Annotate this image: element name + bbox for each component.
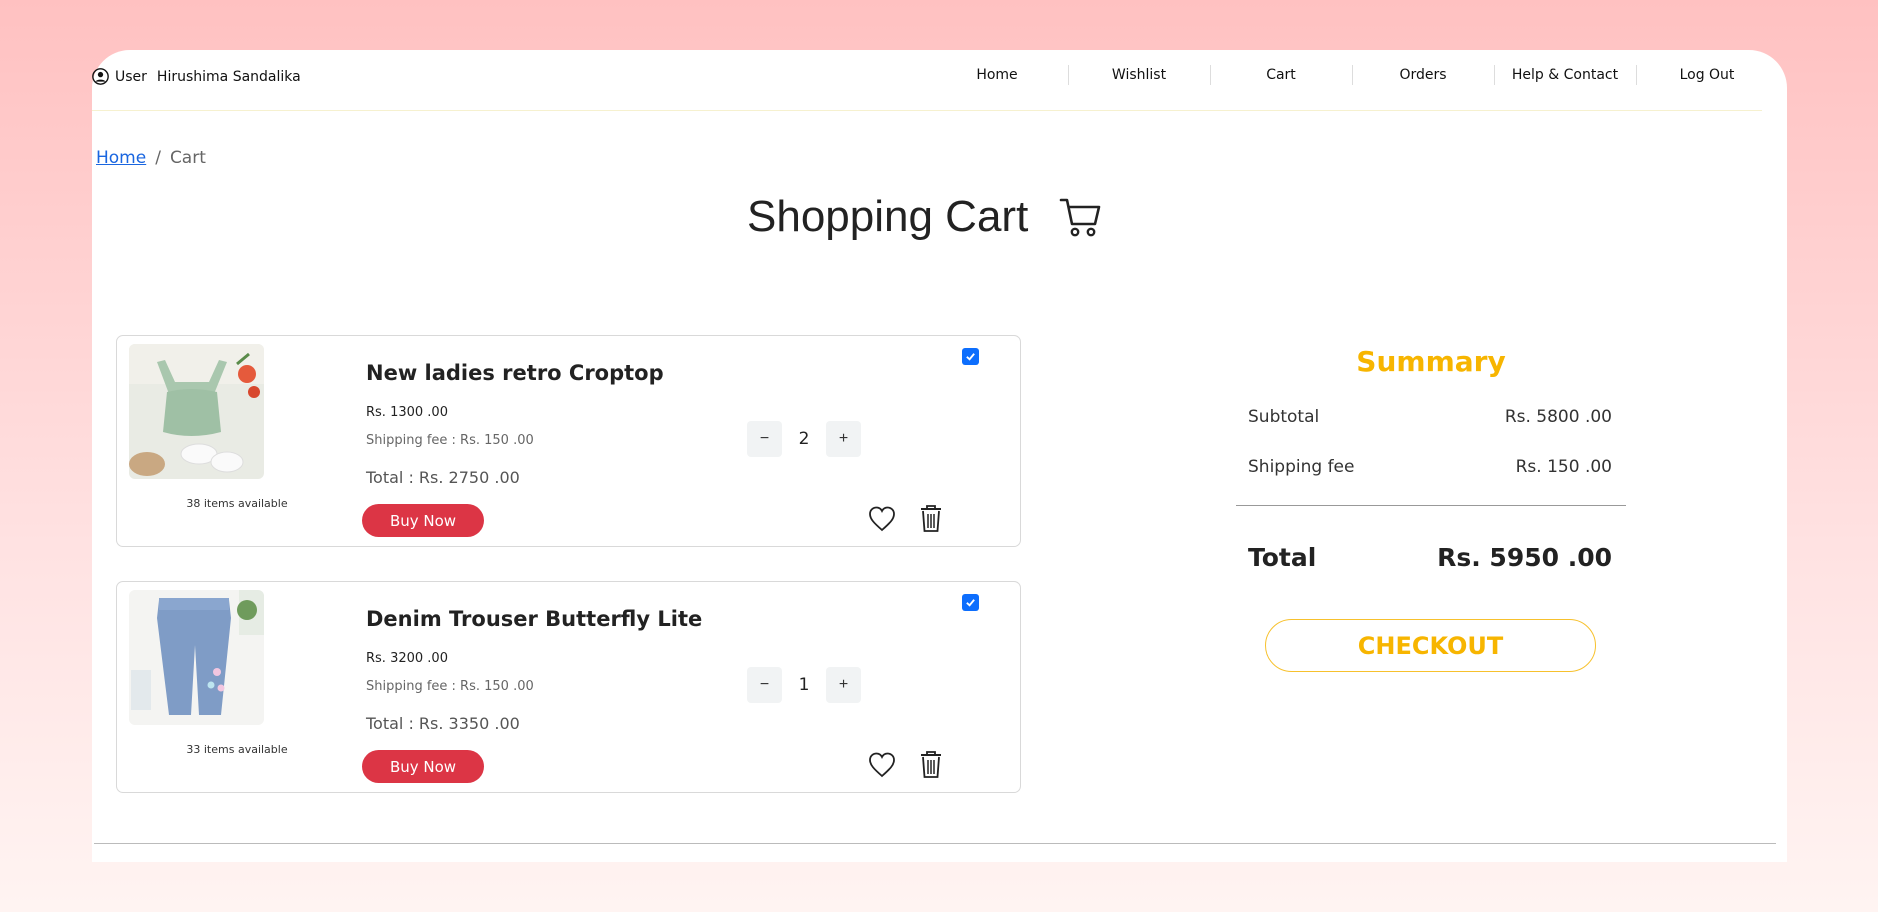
user-info: User Hirushima Sandalika	[92, 68, 301, 85]
decrease-quantity-button[interactable]: −	[747, 421, 782, 457]
select-item-checkbox[interactable]	[962, 348, 979, 365]
decrease-quantity-button[interactable]: −	[747, 667, 782, 703]
buy-now-button[interactable]: Buy Now	[362, 750, 484, 783]
product-image[interactable]	[129, 344, 264, 479]
shipping-value: Rs. 150 .00	[1515, 457, 1612, 477]
item-total: Total : Rs. 3350 .00	[366, 714, 520, 733]
page-card: User Hirushima Sandalika Home Wishlist C…	[92, 50, 1787, 862]
shipping-label: Shipping fee	[1248, 457, 1355, 477]
shipping-fee: Shipping fee : Rs. 150 .00	[366, 433, 534, 448]
shipping-fee: Shipping fee : Rs. 150 .00	[366, 679, 534, 694]
total-row: Total Rs. 5950 .00	[1248, 543, 1612, 572]
total-value: Rs. 5950 .00	[1437, 543, 1612, 572]
increase-quantity-button[interactable]: +	[826, 667, 861, 703]
nav-cart[interactable]: Cart	[1210, 50, 1352, 100]
breadcrumb-separator: /	[155, 148, 161, 168]
user-label: User	[115, 68, 147, 85]
increase-quantity-button[interactable]: +	[826, 421, 861, 457]
subtotal-label: Subtotal	[1248, 407, 1320, 427]
product-image[interactable]	[129, 590, 264, 725]
breadcrumb-current: Cart	[169, 148, 206, 168]
quantity-stepper: − 1 +	[747, 667, 861, 703]
shipping-row: Shipping fee Rs. 150 .00	[1248, 457, 1612, 477]
nav-orders[interactable]: Orders	[1352, 50, 1494, 100]
quantity-stepper: − 2 +	[747, 421, 861, 457]
summary-divider	[1236, 505, 1626, 506]
cart-item: 38 items available New ladies retro Crop…	[116, 335, 1021, 547]
breadcrumb-home-link[interactable]: Home	[96, 148, 146, 168]
nav-help-contact[interactable]: Help & Contact	[1494, 50, 1636, 100]
trash-icon[interactable]	[919, 503, 943, 533]
product-price: Rs. 1300 .00	[366, 405, 448, 420]
summary-title: Summary	[1356, 345, 1506, 378]
check-icon	[966, 353, 975, 361]
footer-divider	[94, 843, 1776, 844]
heart-icon[interactable]	[867, 750, 897, 780]
buy-now-button[interactable]: Buy Now	[362, 504, 484, 537]
nav-home[interactable]: Home	[926, 50, 1068, 100]
checkout-button[interactable]: CHECKOUT	[1265, 619, 1596, 672]
page-title: Shopping Cart	[747, 192, 1029, 241]
subtotal-row: Subtotal Rs. 5800 .00	[1248, 407, 1612, 427]
product-name[interactable]: Denim Trouser Butterfly Lite	[366, 607, 702, 631]
top-navbar: User Hirushima Sandalika Home Wishlist C…	[92, 50, 1762, 111]
total-label: Total	[1248, 543, 1317, 572]
subtotal-value: Rs. 5800 .00	[1504, 407, 1612, 427]
trash-icon[interactable]	[919, 749, 943, 779]
select-item-checkbox[interactable]	[962, 594, 979, 611]
user-name: Hirushima Sandalika	[156, 68, 301, 85]
availability-text: 33 items available	[186, 743, 288, 756]
heart-icon[interactable]	[867, 504, 897, 534]
page-title-block: Shopping Cart	[747, 192, 1102, 242]
availability-text: 38 items available	[186, 497, 288, 510]
check-icon	[966, 599, 975, 607]
user-circle-icon	[92, 68, 109, 85]
quantity-value: 1	[798, 675, 810, 695]
quantity-value: 2	[798, 429, 810, 449]
cart-item: 33 items available Denim Trouser Butterf…	[116, 581, 1021, 793]
main-nav: Home Wishlist Cart Orders Help & Contact…	[926, 50, 1778, 100]
product-name[interactable]: New ladies retro Croptop	[366, 361, 664, 385]
cart-icon	[1059, 198, 1101, 237]
nav-wishlist[interactable]: Wishlist	[1068, 50, 1210, 100]
item-total: Total : Rs. 2750 .00	[366, 468, 520, 487]
nav-logout[interactable]: Log Out	[1636, 50, 1778, 100]
product-price: Rs. 3200 .00	[366, 651, 448, 666]
breadcrumb: Home / Cart	[96, 148, 206, 168]
